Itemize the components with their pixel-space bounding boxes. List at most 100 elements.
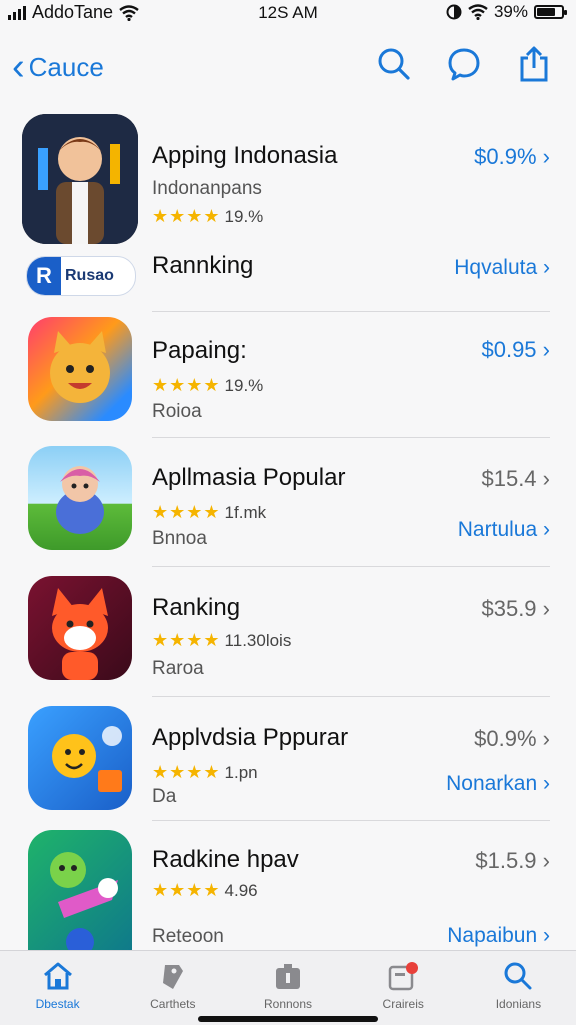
logo-mark-icon: R <box>27 257 61 295</box>
rating-count: 1f.mk <box>224 502 267 522</box>
action-button[interactable]: Nartulua › <box>458 518 550 542</box>
battery-percent: 39% <box>493 2 528 21</box>
app-icon <box>22 114 138 244</box>
tab-label: Ronnons <box>263 997 313 1011</box>
action-button[interactable]: Hqvaluta › <box>454 256 550 280</box>
app-rating: ★★★★ 1f.mk <box>152 502 266 523</box>
chat-button[interactable] <box>444 44 484 84</box>
price-button[interactable]: $0.9% › <box>474 726 550 752</box>
rating-count: 19.% <box>224 206 264 226</box>
list-item[interactable]: Ranking ★★★★ 11.30lois Raroa $35.9 › <box>0 570 576 698</box>
app-badge: R Rusao <box>26 256 136 296</box>
star-rating-icon: ★★★★ <box>152 206 221 226</box>
tab-label: Dbestak <box>35 997 80 1011</box>
list-item[interactable]: Apping Indonasia Indonanpans ★★★★ 19.% $… <box>0 108 576 248</box>
tab-label: Idonians <box>495 997 542 1011</box>
chevron-right-icon: › <box>542 596 550 621</box>
price-button[interactable]: $0.95 › <box>481 337 550 363</box>
action-label: Nonarkan <box>446 772 538 795</box>
action-button[interactable]: Napaibun › <box>447 924 550 948</box>
battery-icon <box>534 5 567 19</box>
nav-bar: ‹ Cauce <box>0 40 576 96</box>
separator <box>152 696 550 697</box>
separator <box>152 820 550 821</box>
chevron-right-icon: › <box>543 772 550 795</box>
separator <box>152 566 550 567</box>
back-label: Cauce <box>28 51 104 82</box>
price-button[interactable]: $0.9% › <box>474 144 550 170</box>
app-icon <box>28 706 132 810</box>
chat-bubble-icon <box>448 48 480 81</box>
list-item[interactable]: Radkine hpav ★★★★ 4.96 Reteoon $1.5.9 › … <box>0 824 576 954</box>
tab-ronnons[interactable]: Ronnons <box>230 951 345 1025</box>
rating-count: 11.30lois <box>224 630 292 650</box>
search-icon <box>378 48 410 80</box>
tag-icon <box>162 965 183 989</box>
badge-label: Rusao <box>65 267 114 284</box>
price-button[interactable]: $35.9 › <box>481 596 550 622</box>
app-title: Ranking <box>152 594 241 621</box>
price-button[interactable]: $1.5.9 › <box>475 848 550 874</box>
app-rating: ★★★★ 1.pn <box>152 762 258 783</box>
home-indicator <box>198 1016 378 1022</box>
tab-carthets[interactable]: Carthets <box>115 951 230 1025</box>
app-rating: ★★★★ 19.% <box>152 206 263 227</box>
chevron-right-icon: › <box>542 144 550 169</box>
app-rating: ★★★★ 4.96 <box>152 880 258 901</box>
app-subtitle: Raroa <box>152 658 204 679</box>
tab-label: Craireis <box>382 997 424 1011</box>
action-label: Nartulua <box>457 518 538 541</box>
focus-icon <box>446 4 462 20</box>
chevron-right-icon: › <box>543 518 550 541</box>
list-item[interactable]: R Rusao Rannking Hqvaluta › <box>0 248 576 312</box>
star-rating-icon: ★★★★ <box>152 630 221 650</box>
rating-count: 19.% <box>224 375 264 395</box>
wifi-icon-right <box>468 4 488 20</box>
app-title: Radkine hpav <box>152 846 299 873</box>
app-subtitle: Indonanpans <box>152 178 262 199</box>
tab-idonians[interactable]: Idonians <box>461 951 576 1025</box>
app-icon <box>28 830 132 950</box>
list-item[interactable]: Applvdsia Pppurar ★★★★ 1.pn Da $0.9% › N… <box>0 700 576 822</box>
status-right: 39% <box>446 2 567 22</box>
app-subtitle: Da <box>152 786 177 807</box>
home-icon <box>43 962 72 990</box>
price-label: $0.9% <box>474 144 537 169</box>
chevron-right-icon: › <box>542 726 550 751</box>
star-rating-icon: ★★★★ <box>152 375 221 395</box>
list-item[interactable]: Papaing: ★★★★ 19.% Roioa $0.95 › <box>0 313 576 438</box>
rating-count: 1.pn <box>224 762 258 782</box>
price-label: $1.5.9 <box>475 848 537 873</box>
app-title: Papaing: <box>152 337 247 364</box>
star-rating-icon: ★★★★ <box>152 762 221 782</box>
search-button[interactable] <box>374 44 414 84</box>
app-rating: ★★★★ 11.30lois <box>152 630 291 651</box>
action-button[interactable]: Nonarkan › <box>446 772 550 796</box>
app-title: Apping Indonasia <box>152 142 338 169</box>
price-button[interactable]: $15.4 › <box>481 466 550 492</box>
app-subtitle: Roioa <box>152 401 202 422</box>
price-label: $0.9% <box>474 726 537 751</box>
app-title: Apllmasia Popular <box>152 464 346 491</box>
action-label: Napaibun <box>447 924 538 947</box>
star-rating-icon: ★★★★ <box>152 880 221 900</box>
tab-bar: Dbestak Carthets Ronnons Craireis Idonia… <box>0 950 576 1025</box>
tab-craireis[interactable]: Craireis <box>346 951 461 1025</box>
rating-count: 4.96 <box>224 880 258 900</box>
app-title: Applvdsia Pppurar <box>152 724 349 751</box>
chevron-right-icon: › <box>542 848 550 873</box>
app-title: Rannking <box>152 252 254 279</box>
tab-dbestak[interactable]: Dbestak <box>0 951 115 1025</box>
share-icon <box>520 46 548 82</box>
star-rating-icon: ★★★★ <box>152 502 221 522</box>
action-label: Hqvaluta <box>454 256 538 279</box>
back-button[interactable]: ‹ Cauce <box>12 48 104 86</box>
separator <box>152 437 550 438</box>
app-icon <box>28 576 132 680</box>
search-icon <box>504 962 532 990</box>
notification-icon <box>388 962 419 991</box>
share-button[interactable] <box>514 44 554 84</box>
price-label: $15.4 <box>481 466 537 491</box>
app-subtitle: Reteoon <box>152 926 224 947</box>
list-item[interactable]: Apllmasia Popular ★★★★ 1f.mk Bnnoa $15.4… <box>0 440 576 568</box>
